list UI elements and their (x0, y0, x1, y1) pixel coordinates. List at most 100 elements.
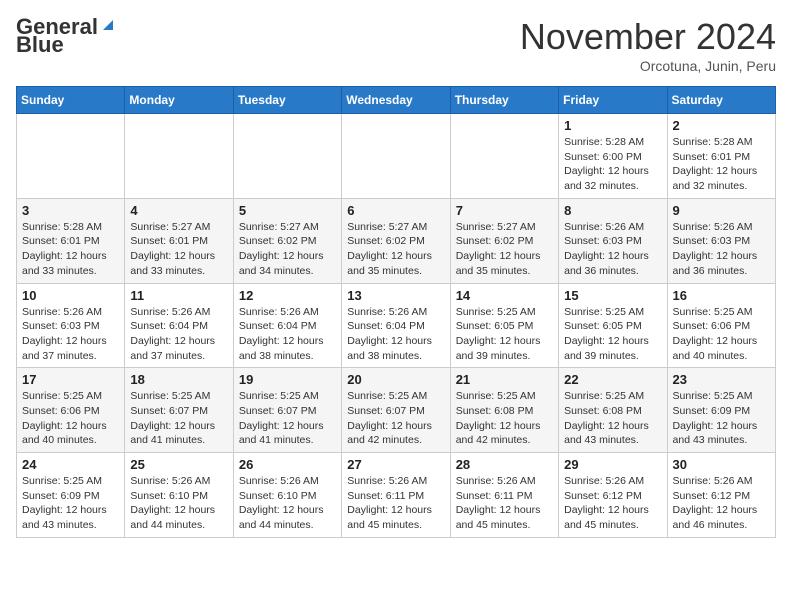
day-number: 10 (22, 288, 119, 303)
calendar-day-cell (342, 114, 450, 199)
day-number: 16 (673, 288, 770, 303)
day-info: Sunrise: 5:25 AMSunset: 6:08 PMDaylight:… (456, 389, 553, 448)
calendar-day-cell: 17Sunrise: 5:25 AMSunset: 6:06 PMDayligh… (17, 368, 125, 453)
day-info: Sunrise: 5:26 AMSunset: 6:03 PMDaylight:… (564, 220, 661, 279)
day-info: Sunrise: 5:26 AMSunset: 6:04 PMDaylight:… (130, 305, 227, 364)
day-info: Sunrise: 5:27 AMSunset: 6:02 PMDaylight:… (239, 220, 336, 279)
day-number: 1 (564, 118, 661, 133)
day-number: 2 (673, 118, 770, 133)
page-location: Orcotuna, Junin, Peru (520, 58, 776, 74)
day-number: 26 (239, 457, 336, 472)
calendar-day-cell: 5Sunrise: 5:27 AMSunset: 6:02 PMDaylight… (233, 198, 341, 283)
calendar-day-cell: 7 Sunrise: 5:27 AMSunset: 6:02 PMDaylight… (450, 198, 558, 283)
day-info: Sunrise: 5:25 AMSunset: 6:06 PMDaylight:… (673, 305, 770, 364)
day-info: Sunrise: 5:25 AMSunset: 6:09 PMDaylight:… (673, 389, 770, 448)
weekday-header: Saturday (667, 87, 775, 114)
day-number: 25 (130, 457, 227, 472)
day-info: Sunrise: 5:27 AMSunset: 6:01 PMDaylight:… (130, 220, 227, 279)
weekday-header: Friday (559, 87, 667, 114)
day-info: Sunrise: 5:26 AMSunset: 6:04 PMDaylight:… (239, 305, 336, 364)
calendar-day-cell: 6Sunrise: 5:27 AMSunset: 6:02 PMDaylight… (342, 198, 450, 283)
day-number: 19 (239, 372, 336, 387)
logo-icon (99, 16, 117, 34)
calendar-week-row: 24Sunrise: 5:25 AMSunset: 6:09 PMDayligh… (17, 453, 776, 538)
calendar-day-cell: 10 Sunrise: 5:26 AMSunset: 6:03 PMDayligh… (17, 283, 125, 368)
logo-blue: Blue (16, 34, 64, 56)
calendar-day-cell (450, 114, 558, 199)
day-number: 22 (564, 372, 661, 387)
calendar-day-cell: 9 Sunrise: 5:26 AMSunset: 6:03 PMDaylight… (667, 198, 775, 283)
day-info: Sunrise: 5:25 AMSunset: 6:08 PMDaylight:… (564, 389, 661, 448)
day-info: Sunrise: 5:26 AMSunset: 6:10 PMDaylight:… (130, 474, 227, 533)
calendar-day-cell: 25 Sunrise: 5:26 AMSunset: 6:10 PMDayligh… (125, 453, 233, 538)
day-info: Sunrise: 5:27 AMSunset: 6:02 PMDaylight:… (456, 220, 553, 279)
day-number: 14 (456, 288, 553, 303)
calendar-day-cell: 14 Sunrise: 5:25 AMSunset: 6:05 PMDayligh… (450, 283, 558, 368)
calendar-day-cell: 2 Sunrise: 5:28 AMSunset: 6:01 PMDaylight… (667, 114, 775, 199)
day-info: Sunrise: 5:26 AMSunset: 6:11 PMDaylight:… (456, 474, 553, 533)
day-number: 3 (22, 203, 119, 218)
calendar-week-row: 3 Sunrise: 5:28 AMSunset: 6:01 PMDaylight… (17, 198, 776, 283)
day-number: 7 (456, 203, 553, 218)
calendar-day-cell: 18 Sunrise: 5:25 AMSunset: 6:07 PMDayligh… (125, 368, 233, 453)
day-info: Sunrise: 5:26 AMSunset: 6:10 PMDaylight:… (239, 474, 336, 533)
day-info: Sunrise: 5:26 AMSunset: 6:03 PMDaylight:… (673, 220, 770, 279)
day-info: Sunrise: 5:27 AMSunset: 6:02 PMDaylight:… (347, 220, 444, 279)
day-number: 8 (564, 203, 661, 218)
day-number: 21 (456, 372, 553, 387)
calendar-day-cell: 21 Sunrise: 5:25 AMSunset: 6:08 PMDayligh… (450, 368, 558, 453)
calendar-day-cell: 3 Sunrise: 5:28 AMSunset: 6:01 PMDaylight… (17, 198, 125, 283)
calendar-day-cell (125, 114, 233, 199)
logo: General Blue (16, 16, 117, 56)
day-info: Sunrise: 5:26 AMSunset: 6:12 PMDaylight:… (673, 474, 770, 533)
day-number: 29 (564, 457, 661, 472)
day-number: 4 (130, 203, 227, 218)
calendar-week-row: 17Sunrise: 5:25 AMSunset: 6:06 PMDayligh… (17, 368, 776, 453)
day-number: 28 (456, 457, 553, 472)
title-block: November 2024 Orcotuna, Junin, Peru (520, 16, 776, 74)
day-info: Sunrise: 5:28 AMSunset: 6:01 PMDaylight:… (22, 220, 119, 279)
calendar-week-row: 10 Sunrise: 5:26 AMSunset: 6:03 PMDayligh… (17, 283, 776, 368)
day-number: 9 (673, 203, 770, 218)
day-info: Sunrise: 5:26 AMSunset: 6:03 PMDaylight:… (22, 305, 119, 364)
day-number: 13 (347, 288, 444, 303)
calendar-day-cell: 1 Sunrise: 5:28 AMSunset: 6:00 PMDaylight… (559, 114, 667, 199)
day-info: Sunrise: 5:28 AMSunset: 6:01 PMDaylight:… (673, 135, 770, 194)
day-info: Sunrise: 5:28 AMSunset: 6:00 PMDaylight:… (564, 135, 661, 194)
day-number: 20 (347, 372, 444, 387)
calendar-day-cell: 27 Sunrise: 5:26 AMSunset: 6:11 PMDayligh… (342, 453, 450, 538)
calendar-table: SundayMondayTuesdayWednesdayThursdayFrid… (16, 86, 776, 538)
day-number: 27 (347, 457, 444, 472)
calendar-day-cell: 26 Sunrise: 5:26 AMSunset: 6:10 PMDayligh… (233, 453, 341, 538)
day-info: Sunrise: 5:25 AMSunset: 6:07 PMDaylight:… (239, 389, 336, 448)
calendar-day-cell (17, 114, 125, 199)
page-header: General Blue November 2024 Orcotuna, Jun… (16, 16, 776, 74)
calendar-day-cell: 11 Sunrise: 5:26 AMSunset: 6:04 PMDayligh… (125, 283, 233, 368)
day-info: Sunrise: 5:25 AMSunset: 6:05 PMDaylight:… (456, 305, 553, 364)
calendar-day-cell: 15Sunrise: 5:25 AMSunset: 6:05 PMDayligh… (559, 283, 667, 368)
calendar-day-cell: 19 Sunrise: 5:25 AMSunset: 6:07 PMDayligh… (233, 368, 341, 453)
day-info: Sunrise: 5:25 AMSunset: 6:07 PMDaylight:… (130, 389, 227, 448)
day-info: Sunrise: 5:26 AMSunset: 6:11 PMDaylight:… (347, 474, 444, 533)
calendar-day-cell: 24Sunrise: 5:25 AMSunset: 6:09 PMDayligh… (17, 453, 125, 538)
calendar-day-cell: 23 Sunrise: 5:25 AMSunset: 6:09 PMDayligh… (667, 368, 775, 453)
weekday-header: Tuesday (233, 87, 341, 114)
day-info: Sunrise: 5:25 AMSunset: 6:09 PMDaylight:… (22, 474, 119, 533)
day-number: 23 (673, 372, 770, 387)
day-number: 18 (130, 372, 227, 387)
day-number: 12 (239, 288, 336, 303)
calendar-day-cell: 28 Sunrise: 5:26 AMSunset: 6:11 PMDayligh… (450, 453, 558, 538)
day-number: 30 (673, 457, 770, 472)
page-title: November 2024 (520, 16, 776, 58)
calendar-day-cell: 13Sunrise: 5:26 AMSunset: 6:04 PMDayligh… (342, 283, 450, 368)
weekday-header: Sunday (17, 87, 125, 114)
day-info: Sunrise: 5:25 AMSunset: 6:07 PMDaylight:… (347, 389, 444, 448)
calendar-day-cell: 29Sunrise: 5:26 AMSunset: 6:12 PMDayligh… (559, 453, 667, 538)
weekday-header: Thursday (450, 87, 558, 114)
day-number: 17 (22, 372, 119, 387)
calendar-day-cell: 16 Sunrise: 5:25 AMSunset: 6:06 PMDayligh… (667, 283, 775, 368)
day-number: 11 (130, 288, 227, 303)
calendar-day-cell (233, 114, 341, 199)
calendar-day-cell: 12 Sunrise: 5:26 AMSunset: 6:04 PMDayligh… (233, 283, 341, 368)
calendar-week-row: 1 Sunrise: 5:28 AMSunset: 6:00 PMDaylight… (17, 114, 776, 199)
